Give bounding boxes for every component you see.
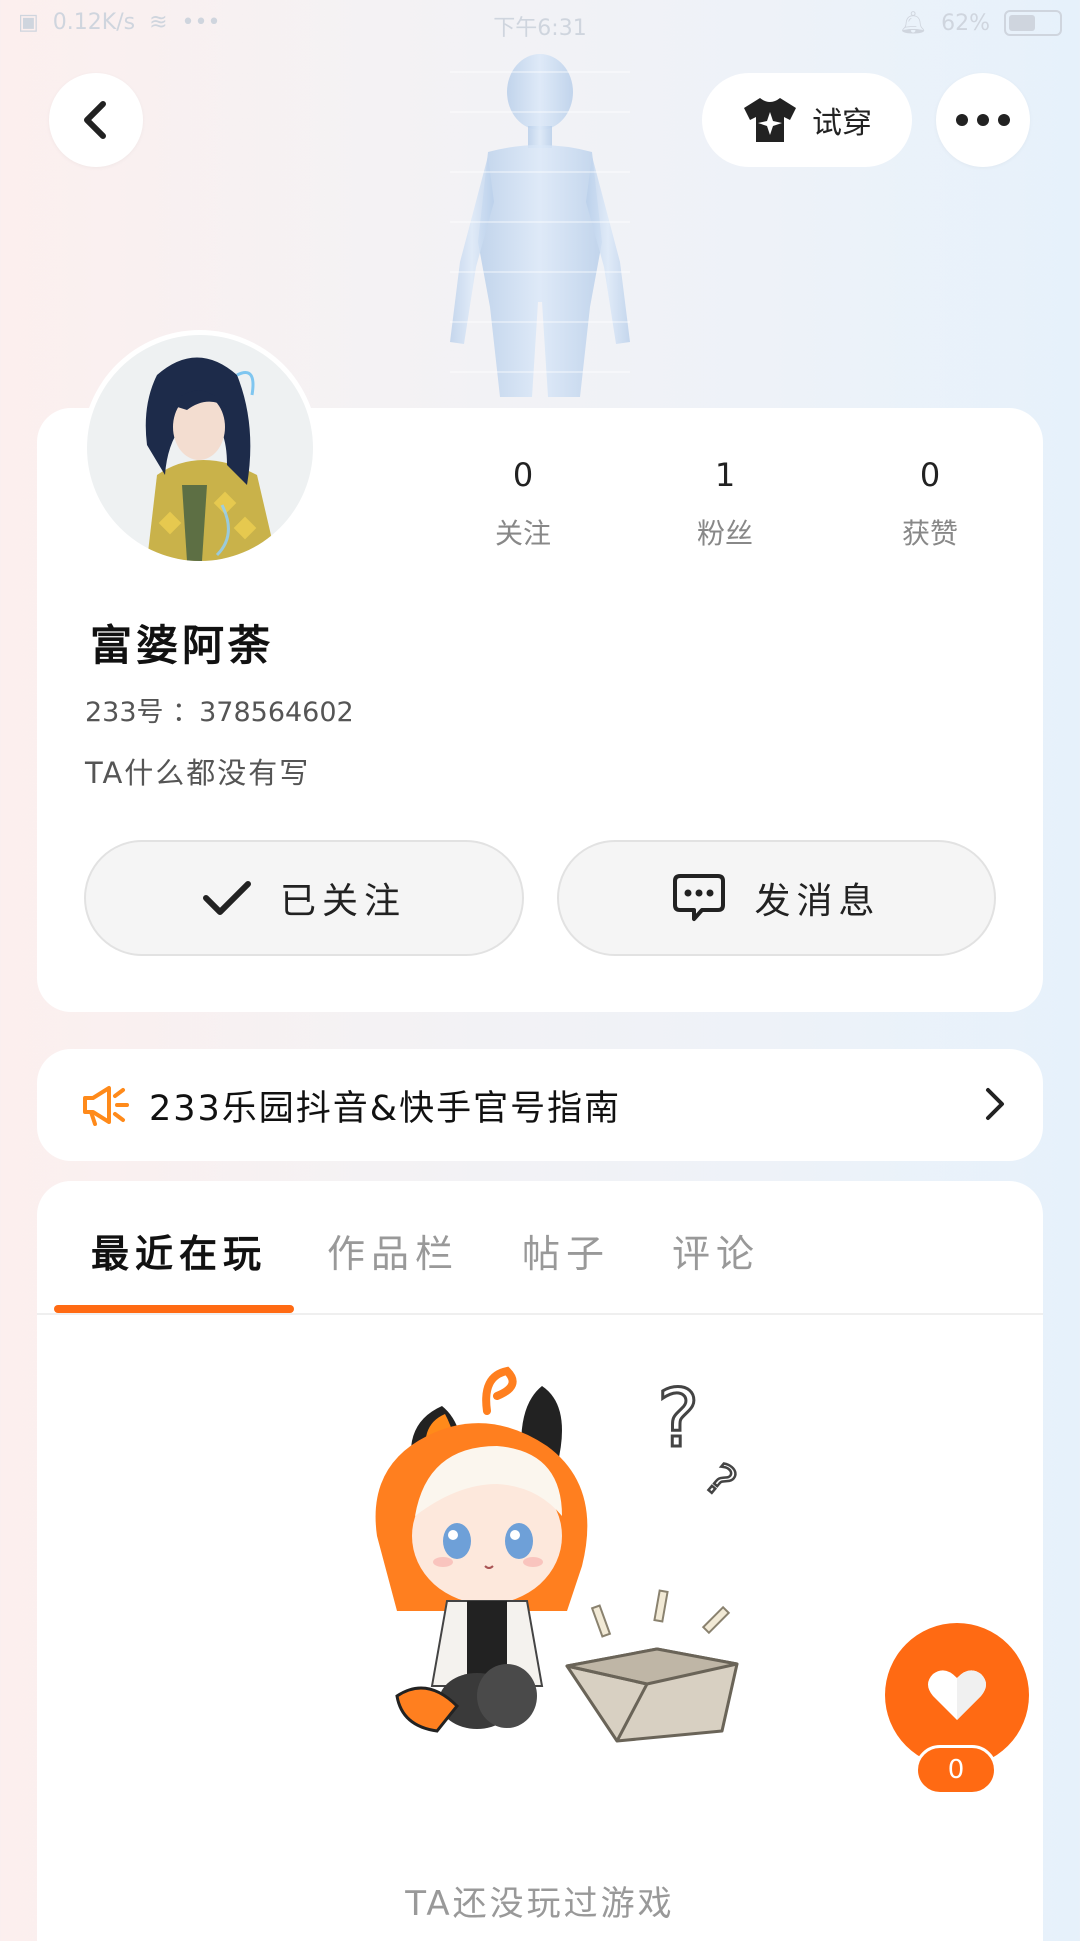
more-button[interactable] [936,73,1030,167]
stat-label: 关注 [494,517,551,550]
tab-recently-played[interactable]: 最近在玩 [91,1223,267,1278]
profile-uid: 233号 ：378564602 [85,697,354,728]
back-arrow-icon [84,101,106,139]
stat-label: 粉丝 [696,517,753,550]
battery-percent: 62% [941,10,990,36]
active-tab-indicator [54,1305,294,1313]
avatar-3d-figure [450,54,630,397]
send-message-label: 发消息 [754,881,881,922]
stat-followers[interactable]: 1 粉丝 [645,456,805,552]
battery-icon [1004,10,1062,36]
stat-likes[interactable]: 0 获赞 [850,456,1010,552]
svg-text:?: ? [657,1372,699,1465]
svg-text:?: ? [695,1454,746,1508]
try-on-label: 试穿 [812,106,872,141]
try-on-button[interactable]: 试穿 [702,73,912,167]
checkmark-icon [202,881,251,915]
tshirt-icon [744,98,796,142]
megaphone-icon [83,1086,129,1126]
more-dots-icon [956,114,1010,126]
empty-state-illustration: ? ? [375,1366,747,1743]
followed-label: 已关注 [279,881,406,922]
notice-banner[interactable]: 233乐园抖音&快手官号指南 [37,1049,1043,1161]
status-bar: ▣ 0.12K/s ≋ ••• 下午6:31 🔔︎ 62% [0,0,1080,48]
stat-value: 1 [714,456,736,494]
send-message-button[interactable]: 发消息 [557,840,996,956]
tab-works[interactable]: 作品栏 [327,1223,459,1278]
content-card: 最近在玩 作品栏 帖子 评论 ? ? TA还没玩过游戏 [37,1181,1043,1941]
tab-posts[interactable]: 帖子 [522,1223,610,1278]
tab-comments[interactable]: 评论 [672,1223,760,1278]
bell-icon: 🔔︎ [899,10,928,36]
tab-bar: 最近在玩 作品栏 帖子 评论 [37,1181,1043,1315]
followed-button[interactable]: 已关注 [84,840,524,956]
back-button[interactable] [49,73,143,167]
chat-bubble-icon [673,874,726,921]
profile-name: 富婆阿荼 [90,621,275,670]
empty-state-text: TA还没玩过游戏 [405,1884,675,1924]
stat-value: 0 [512,456,534,494]
notice-text: 233乐园抖音&快手官号指南 [149,1088,622,1129]
stat-following[interactable]: 0 关注 [443,456,603,552]
stat-label: 获赞 [901,517,958,550]
chevron-right-icon [986,1088,1004,1120]
heart-icon [928,1670,986,1720]
profile-bio: TA什么都没有写 [85,756,311,790]
avatar[interactable] [82,330,318,566]
stat-value: 0 [919,456,941,494]
avatar-image [87,335,313,561]
like-count-badge: 0 [915,1745,997,1795]
